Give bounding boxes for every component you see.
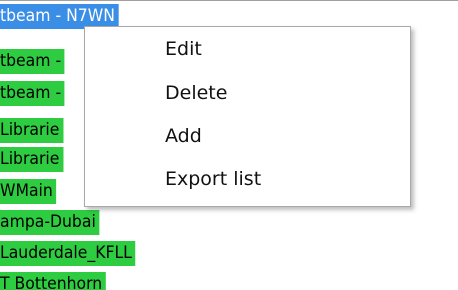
context-menu: Edit Delete Add Export list	[84, 26, 411, 207]
list-item[interactable]: Lauderdale_KFLL	[0, 241, 136, 266]
list-item[interactable]: tbeam -	[0, 49, 65, 74]
list-item[interactable]: tbeam -	[0, 81, 65, 106]
menu-item-edit[interactable]: Edit	[85, 30, 410, 68]
menu-item-export-list[interactable]: Export list	[85, 160, 410, 198]
list-item[interactable]: T Bottenhorn	[0, 272, 106, 290]
menu-item-add[interactable]: Add	[85, 117, 410, 155]
list-item[interactable]: Librarie	[0, 147, 64, 172]
list-item[interactable]: ampa-Dubai	[0, 210, 100, 235]
menu-item-delete[interactable]: Delete	[85, 74, 410, 112]
list-item[interactable]: WMain	[0, 179, 57, 204]
list-item[interactable]: Librarie	[0, 118, 64, 143]
